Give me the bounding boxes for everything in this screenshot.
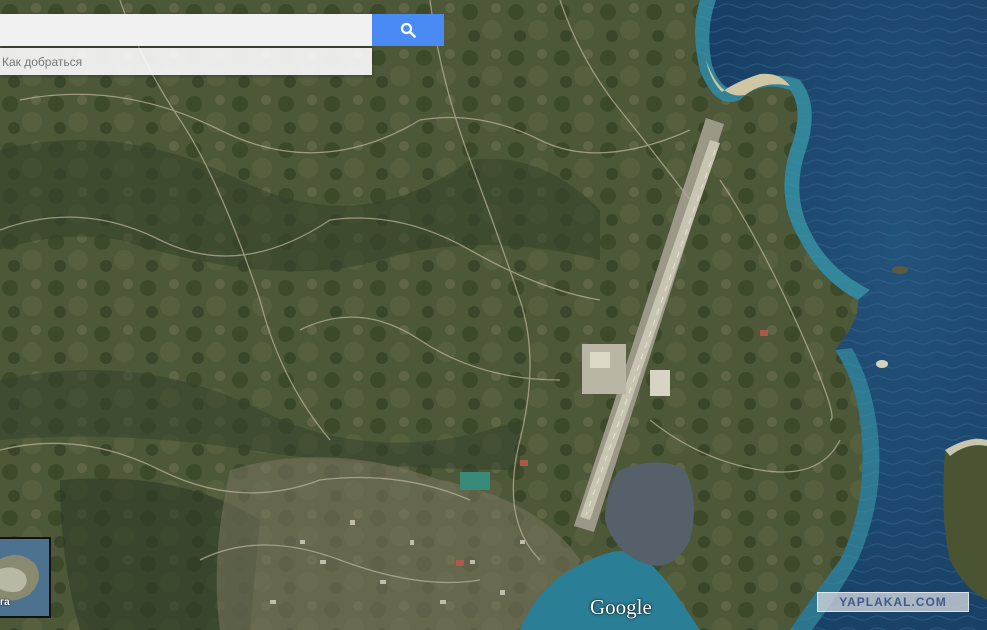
islet <box>892 266 908 274</box>
directions-link[interactable]: Как добраться <box>2 55 82 69</box>
earth-thumbnail-label: га <box>0 597 10 608</box>
google-logo: Google <box>590 595 652 619</box>
search-icon <box>400 22 416 38</box>
search-box <box>0 14 372 46</box>
earth-view-toggle[interactable]: га <box>0 537 51 618</box>
islet <box>876 360 888 368</box>
reservoir <box>460 472 490 490</box>
search-input[interactable] <box>6 18 366 44</box>
site-watermark: YAPLAKAL.COM <box>817 592 969 612</box>
search-button[interactable] <box>372 14 444 46</box>
directions-bar: Как добраться <box>0 48 372 75</box>
satellite-map[interactable] <box>0 0 987 630</box>
